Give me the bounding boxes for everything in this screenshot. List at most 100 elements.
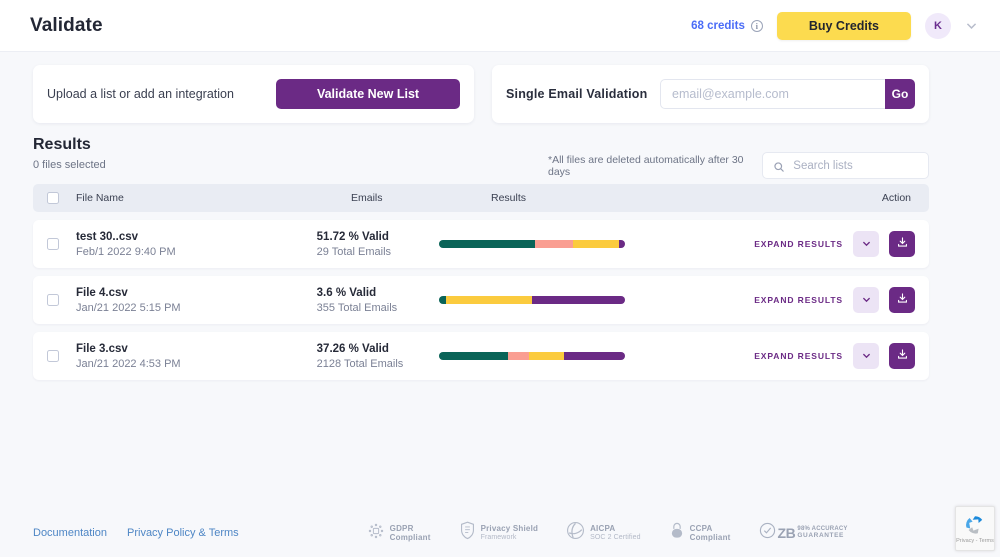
bar-segment-unknown — [532, 296, 625, 304]
row-checkbox[interactable] — [47, 294, 59, 306]
row-checkbox[interactable] — [47, 238, 59, 250]
table-row[interactable]: File 3.csv Jan/21 2022 4:53 PM 37.26 % V… — [33, 332, 929, 380]
badge-aicpa-line2: SOC 2 Certified — [590, 534, 641, 542]
table-row[interactable]: File 4.csv Jan/21 2022 5:15 PM 3.6 % Val… — [33, 276, 929, 324]
expand-chevron-button[interactable] — [853, 231, 879, 257]
chevron-down-icon — [861, 293, 872, 308]
bar-segment-valid — [439, 296, 446, 304]
file-date: Feb/1 2022 9:40 PM — [76, 246, 317, 258]
emails-cell: 51.72 % Valid 29 Total Emails — [317, 231, 440, 258]
buy-credits-button[interactable]: Buy Credits — [777, 12, 911, 40]
results-bar — [439, 352, 625, 360]
badge-zb-accuracy: ZB 98% ACCURACY GUARANTEE — [759, 522, 848, 544]
column-header-results: Results — [491, 192, 851, 204]
gdpr-icon — [367, 522, 385, 545]
upload-card: Upload a list or add an integration Vali… — [33, 65, 474, 123]
results-cell — [439, 240, 754, 248]
recaptcha-text: Privacy - Terms — [956, 538, 994, 544]
badge-privacy-shield-line1: Privacy Shield — [481, 524, 539, 533]
total-emails: 355 Total Emails — [317, 302, 440, 314]
file-date: Jan/21 2022 5:15 PM — [76, 302, 317, 314]
search-icon — [773, 160, 785, 172]
file-cell: File 4.csv Jan/21 2022 5:15 PM — [59, 287, 317, 314]
file-name: File 3.csv — [76, 343, 317, 355]
download-icon — [896, 292, 909, 308]
privacy-terms-link[interactable]: Privacy Policy & Terms — [127, 527, 239, 539]
emails-cell: 3.6 % Valid 355 Total Emails — [317, 287, 440, 314]
download-icon — [896, 348, 909, 364]
aicpa-icon — [566, 521, 585, 545]
expand-results-link[interactable]: EXPAND RESULTS — [754, 239, 843, 249]
search-input[interactable] — [793, 160, 918, 172]
table-header-row: File Name Emails Results Action — [33, 184, 929, 212]
header-actions: 68 credits i Buy Credits K — [691, 12, 978, 40]
bar-segment-unknown — [564, 352, 625, 360]
expand-results-link[interactable]: EXPAND RESULTS — [754, 351, 843, 361]
file-cell: File 3.csv Jan/21 2022 4:53 PM — [59, 343, 317, 370]
valid-percent: 3.6 % Valid — [317, 287, 440, 299]
badge-ccpa: CCPA Compliant — [669, 521, 731, 545]
chevron-down-icon — [861, 237, 872, 252]
auto-delete-note: *All files are deleted automatically aft… — [548, 154, 746, 178]
page-title: Validate — [30, 15, 103, 37]
recaptcha-badge[interactable]: Privacy - Terms — [955, 506, 995, 551]
check-circle-icon — [759, 522, 776, 544]
credits-label: 68 credits — [691, 20, 745, 32]
results-cell — [439, 296, 754, 304]
badge-aicpa: AICPA SOC 2 Certified — [566, 521, 641, 545]
bar-segment-valid — [439, 240, 535, 248]
results-heading: Results 0 files selected — [33, 136, 106, 171]
download-button[interactable] — [889, 343, 915, 369]
table-row[interactable]: test 30..csv Feb/1 2022 9:40 PM 51.72 % … — [33, 220, 929, 268]
single-email-label: Single Email Validation — [506, 87, 647, 101]
row-checkbox[interactable] — [47, 350, 59, 362]
info-icon[interactable]: i — [751, 20, 763, 32]
select-all-checkbox[interactable] — [47, 192, 59, 204]
file-name: test 30..csv — [76, 231, 317, 243]
search-lists-box[interactable] — [762, 152, 929, 179]
compliance-badges: GDPR Compliant Privacy Shield Framework — [367, 521, 848, 545]
column-header-emails: Emails — [351, 192, 491, 204]
badge-gdpr: GDPR Compliant — [367, 522, 431, 545]
results-cell — [439, 352, 754, 360]
avatar[interactable]: K — [925, 13, 951, 39]
download-button[interactable] — [889, 231, 915, 257]
expand-chevron-button[interactable] — [853, 287, 879, 313]
validate-new-list-button[interactable]: Validate New List — [276, 79, 460, 109]
chevron-down-icon[interactable] — [965, 19, 978, 32]
table-body: test 30..csv Feb/1 2022 9:40 PM 51.72 % … — [33, 220, 929, 380]
emails-cell: 37.26 % Valid 2128 Total Emails — [317, 343, 440, 370]
single-email-group: Go — [660, 79, 915, 109]
go-button[interactable]: Go — [885, 79, 915, 109]
badge-privacy-shield: Privacy Shield Framework — [459, 521, 539, 545]
results-toolbar: *All files are deleted automatically aft… — [548, 152, 929, 179]
total-emails: 29 Total Emails — [317, 246, 440, 258]
row-actions: EXPAND RESULTS — [754, 287, 915, 313]
bar-segment-valid — [439, 352, 508, 360]
ccpa-lock-icon — [669, 521, 685, 545]
bar-segment-invalid — [535, 240, 572, 248]
footer: Documentation Privacy Policy & Terms GDP… — [0, 509, 1000, 557]
download-button[interactable] — [889, 287, 915, 313]
email-field[interactable] — [660, 79, 885, 109]
file-name: File 4.csv — [76, 287, 317, 299]
badge-aicpa-line1: AICPA — [590, 524, 641, 533]
bar-segment-catchall — [446, 296, 532, 304]
file-cell: test 30..csv Feb/1 2022 9:40 PM — [59, 231, 317, 258]
row-actions: EXPAND RESULTS — [754, 343, 915, 369]
bar-segment-invalid — [508, 352, 528, 360]
recaptcha-icon — [963, 513, 987, 537]
results-bar — [439, 240, 625, 248]
validate-page: Validate 68 credits i Buy Credits K Uplo… — [0, 0, 1000, 557]
action-cards: Upload a list or add an integration Vali… — [33, 65, 929, 123]
badge-privacy-shield-line2: Framework — [481, 534, 539, 542]
credits-indicator[interactable]: 68 credits i — [691, 20, 763, 32]
expand-results-link[interactable]: EXPAND RESULTS — [754, 295, 843, 305]
results-bar — [439, 296, 625, 304]
badge-gdpr-line2: Compliant — [390, 533, 431, 542]
column-header-action: Action — [851, 192, 911, 204]
download-icon — [896, 236, 909, 252]
zb-wordmark: ZB — [778, 525, 796, 541]
expand-chevron-button[interactable] — [853, 343, 879, 369]
documentation-link[interactable]: Documentation — [33, 527, 107, 539]
